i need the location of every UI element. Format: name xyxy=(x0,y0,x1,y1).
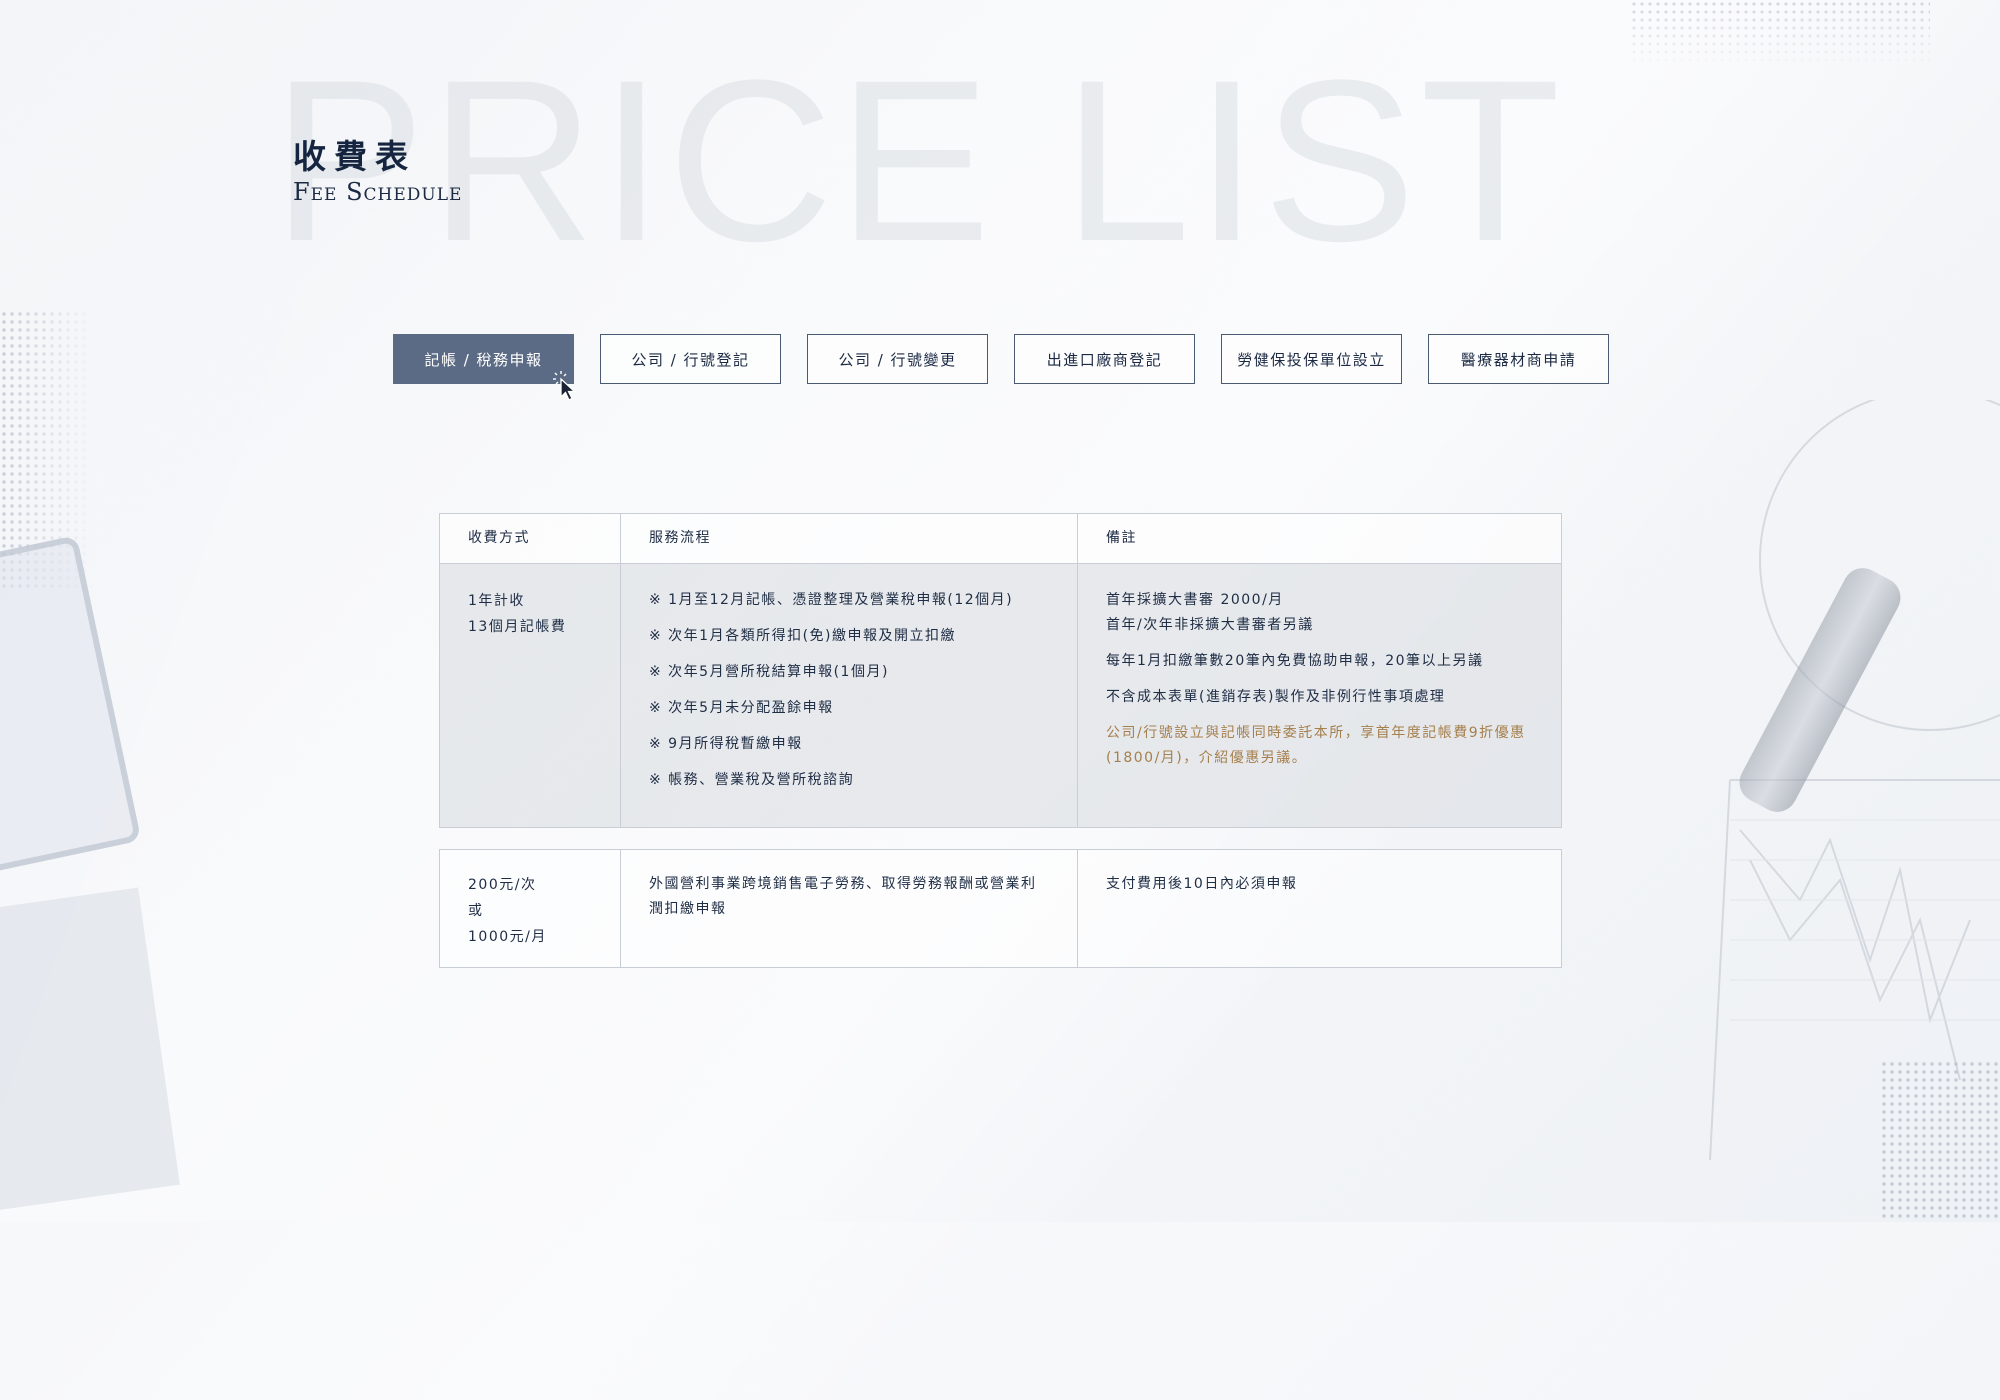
background-pen-image xyxy=(1732,561,1908,819)
service-step: ※ 帳務、營業稅及營所稅諮詢 xyxy=(649,772,855,788)
remark-line: 每年1月扣繳筆數20筆內免費協助申報，20筆以上另議 xyxy=(1106,653,1484,669)
service-step: ※ 次年1月各類所得扣(免)繳申報及開立扣繳 xyxy=(649,628,957,644)
tab-import-export-registration[interactable]: 出進口廠商登記 xyxy=(1014,334,1195,384)
remark-line: 首年/次年非採擴大書審者另議 xyxy=(1106,617,1314,633)
header-service-process: 服務流程 xyxy=(620,513,1078,564)
remark-line: 支付費用後10日內必須申報 xyxy=(1106,876,1298,892)
background-dot-pattern xyxy=(0,310,95,590)
page-subtitle: Fee Schedule xyxy=(293,178,463,206)
header-fee-method: 收費方式 xyxy=(439,513,621,564)
fee-cell: 1年計收 13個月記帳費 xyxy=(439,563,621,828)
tab-bookkeeping-tax[interactable]: 記帳 / 稅務申報 xyxy=(393,334,574,384)
remark-line: 不含成本表單(進銷存表)製作及非例行性事項處理 xyxy=(1106,689,1446,705)
header-remarks: 備註 xyxy=(1077,513,1562,564)
background-dot-pattern-top xyxy=(1630,0,1930,70)
service-step: ※ 9月所得稅暫繳申報 xyxy=(649,736,803,752)
service-cell: ※ 1月至12月記帳、憑證整理及營業稅申報(12個月) ※ 次年1月各類所得扣(… xyxy=(620,563,1078,828)
background-tablet-image xyxy=(0,535,142,897)
fee-cell: 200元/次 或 1000元/月 xyxy=(439,849,621,968)
background-chart-image xyxy=(1709,400,2000,1160)
watermark-heading: PRICE LIST xyxy=(272,32,1565,289)
tab-company-change[interactable]: 公司 / 行號變更 xyxy=(807,334,988,384)
fee-line: 或 xyxy=(468,903,484,919)
service-cell: 外國營利事業跨境銷售電子勞務、取得勞務報酬或營業利潤扣繳申報 xyxy=(620,849,1078,968)
remark-line: 首年採擴大書審 2000/月 xyxy=(1106,592,1284,608)
page-title: 收費表 xyxy=(293,137,416,176)
table-header-row: 收費方式 服務流程 備註 xyxy=(439,513,1562,564)
service-description: 外國營利事業跨境銷售電子勞務、取得勞務報酬或營業利潤扣繳申報 xyxy=(649,876,1037,917)
tab-company-registration[interactable]: 公司 / 行號登記 xyxy=(600,334,781,384)
remarks-cell: 首年採擴大書審 2000/月 首年/次年非採擴大書審者另議 每年1月扣繳筆數20… xyxy=(1077,563,1562,828)
fee-line: 1年計收 xyxy=(468,593,525,609)
tab-labor-health-insurance[interactable]: 勞健保投保單位設立 xyxy=(1221,334,1402,384)
service-step: ※ 次年5月營所稅結算申報(1個月) xyxy=(649,664,889,680)
table-row: 200元/次 或 1000元/月 外國營利事業跨境銷售電子勞務、取得勞務報酬或營… xyxy=(439,849,1562,968)
fee-line: 200元/次 xyxy=(468,877,537,893)
service-step: ※ 1月至12月記帳、憑證整理及營業稅申報(12個月) xyxy=(649,592,1014,608)
background-dot-pattern-bottom xyxy=(1880,1060,2000,1220)
mouse-pointer-icon xyxy=(553,371,577,401)
fee-table: 收費方式 服務流程 備註 1年計收 13個月記帳費 ※ 1月至12月記帳、憑證整… xyxy=(439,513,1562,828)
fee-line: 1000元/月 xyxy=(468,929,547,945)
table-row: 1年計收 13個月記帳費 ※ 1月至12月記帳、憑證整理及營業稅申報(12個月)… xyxy=(439,563,1562,828)
remarks-cell: 支付費用後10日內必須申報 xyxy=(1077,849,1562,968)
promo-note: 公司/行號設立與記帳同時委託本所，享首年度記帳費9折優惠(1800/月)，介紹優… xyxy=(1106,725,1526,766)
fee-line: 13個月記帳費 xyxy=(468,619,567,635)
fee-table-cross-border: 200元/次 或 1000元/月 外國營利事業跨境銷售電子勞務、取得勞務報酬或營… xyxy=(439,849,1562,968)
tab-medical-device-application[interactable]: 醫療器材商申請 xyxy=(1428,334,1609,384)
background-banknote-image xyxy=(0,887,180,1213)
service-step: ※ 次年5月未分配盈餘申報 xyxy=(649,700,834,716)
